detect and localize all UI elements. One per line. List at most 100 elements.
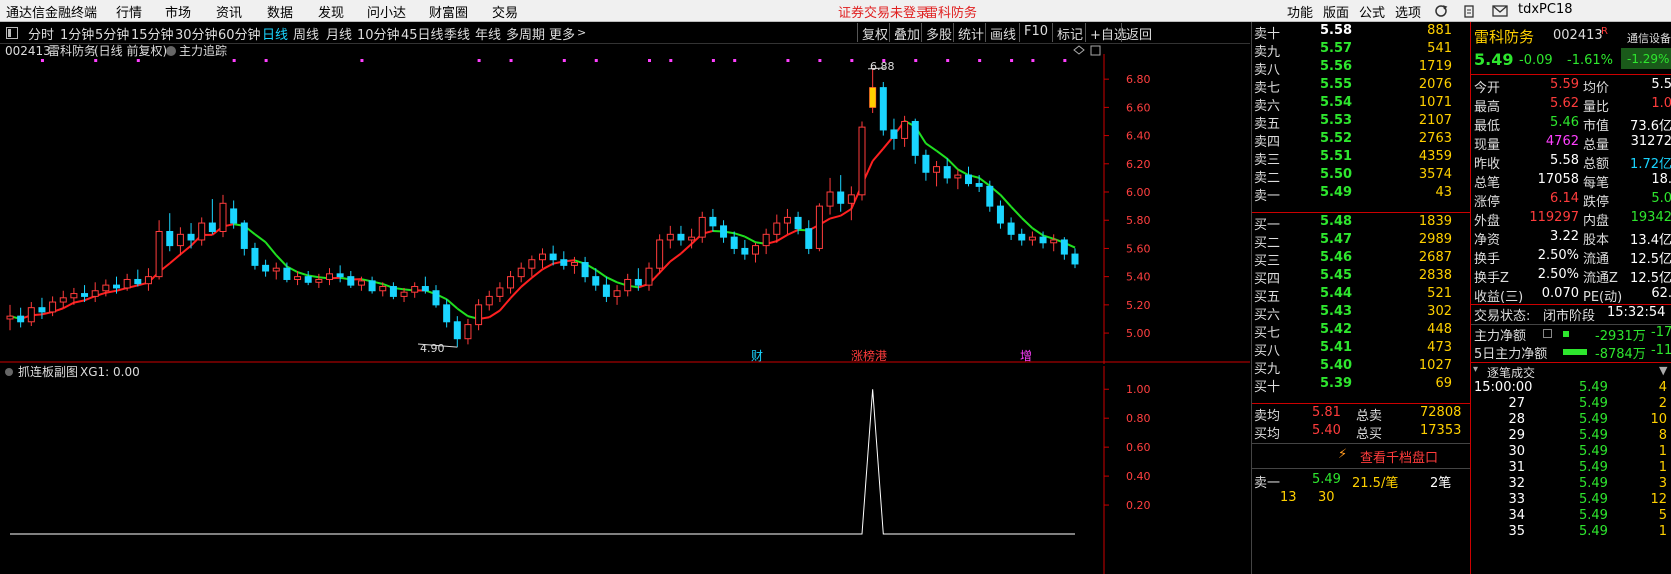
candle[interactable] [123, 273, 131, 291]
candle[interactable] [1071, 248, 1079, 269]
menu-formula[interactable]: 公式 [1359, 2, 1385, 21]
period-5min[interactable]: 5分钟 [95, 24, 129, 43]
candle[interactable] [304, 271, 312, 286]
btn-overlay[interactable]: 叠加 [889, 23, 924, 43]
period-30min[interactable]: 30分钟 [175, 24, 218, 43]
candle[interactable] [240, 220, 248, 256]
candle[interactable] [1050, 234, 1058, 252]
candle[interactable] [709, 208, 717, 232]
menu-data[interactable]: 数据 [267, 2, 293, 21]
candle[interactable] [368, 276, 376, 294]
diamond-icon[interactable] [1073, 45, 1085, 55]
period-45day[interactable]: 45日线 [401, 24, 444, 43]
menu-wealth[interactable]: 财富圈 [429, 2, 468, 21]
clipboard-icon[interactable] [1462, 4, 1476, 18]
candle[interactable] [155, 220, 163, 280]
candle[interactable] [176, 227, 184, 256]
btn-multi-stock[interactable]: 多股 [921, 23, 956, 43]
candle[interactable] [262, 259, 270, 277]
candle[interactable] [645, 262, 653, 291]
candle[interactable] [698, 211, 706, 243]
period-60min[interactable]: 60分钟 [218, 24, 261, 43]
candle[interactable] [656, 234, 664, 274]
candle[interactable] [847, 186, 855, 221]
candle[interactable] [752, 242, 759, 263]
candle[interactable] [954, 169, 962, 190]
period-multi[interactable]: 多周期 [506, 24, 545, 43]
candle[interactable] [485, 290, 493, 311]
candle[interactable] [677, 225, 685, 246]
group-label[interactable]: 通信设备 [1627, 30, 1671, 49]
period-more[interactable]: 更多 [549, 24, 575, 43]
candle[interactable] [198, 217, 206, 246]
event-increase[interactable]: 增 [1020, 349, 1032, 363]
menu-market[interactable]: 市场 [165, 2, 191, 21]
candle[interactable] [507, 271, 515, 294]
candle[interactable] [528, 255, 536, 277]
candle[interactable] [965, 166, 972, 187]
period-1min[interactable]: 1分钟 [60, 24, 94, 43]
candle[interactable] [783, 208, 791, 235]
refresh-icon[interactable] [1434, 4, 1448, 18]
candle[interactable] [815, 203, 823, 252]
candle[interactable] [613, 285, 621, 305]
maximize-icon[interactable] [1090, 45, 1101, 56]
user-name[interactable]: tdxPC18 [1518, 2, 1573, 17]
candle[interactable] [602, 276, 610, 303]
subchart-title[interactable]: 抓连板副图 [18, 364, 78, 379]
period-year[interactable]: 年线 [475, 24, 501, 43]
candle[interactable] [91, 282, 99, 303]
candle[interactable] [773, 214, 781, 243]
btn-mark[interactable]: 标记 [1052, 23, 1087, 43]
btn-back[interactable]: 返回 [1121, 23, 1156, 43]
candle[interactable] [1060, 237, 1068, 260]
menu-function[interactable]: 功能 [1287, 2, 1313, 21]
candle[interactable] [720, 220, 728, 243]
login-warning[interactable]: 证券交易未登录 [838, 2, 929, 21]
indicator-dropdown-icon[interactable] [166, 46, 176, 56]
candle[interactable] [166, 213, 174, 252]
candle[interactable] [17, 307, 25, 328]
btn-draw[interactable]: 画线 [985, 23, 1020, 43]
period-10min[interactable]: 10分钟 [357, 24, 400, 43]
candle[interactable] [517, 262, 525, 283]
candle[interactable] [741, 239, 749, 260]
candle[interactable] [858, 121, 866, 201]
candle[interactable] [453, 316, 461, 348]
menu-layout[interactable]: 版面 [1323, 2, 1349, 21]
candle[interactable] [1028, 231, 1036, 246]
indicator-name[interactable]: 主力追踪 [179, 44, 227, 58]
event-finance[interactable]: 财 [751, 349, 763, 363]
menu-trade[interactable]: 交易 [492, 2, 518, 21]
candle[interactable] [826, 177, 834, 215]
candle[interactable] [837, 175, 845, 212]
menu-news[interactable]: 资讯 [216, 2, 242, 21]
candle[interactable] [144, 268, 152, 291]
candle[interactable] [389, 282, 397, 300]
period-monthly[interactable]: 月线 [326, 24, 352, 43]
candle[interactable] [539, 248, 546, 269]
candle[interactable] [208, 199, 216, 235]
candle[interactable] [464, 318, 472, 345]
period-quarter[interactable]: 季线 [444, 24, 470, 43]
candle[interactable] [219, 194, 227, 238]
panel-toggle-icon[interactable] [6, 27, 18, 39]
btn-adjust[interactable]: 复权 [857, 23, 892, 43]
mail-icon[interactable] [1492, 4, 1508, 18]
candle[interactable] [38, 297, 46, 319]
candle[interactable] [911, 118, 919, 164]
candle[interactable] [326, 268, 333, 286]
candle[interactable] [272, 262, 280, 280]
candle[interactable] [347, 271, 355, 288]
candle[interactable] [581, 256, 589, 283]
chevron-right-icon[interactable]: > [577, 26, 586, 39]
candle[interactable] [134, 269, 142, 287]
candle[interactable] [1007, 217, 1015, 240]
candle[interactable] [432, 285, 440, 308]
candle[interactable] [560, 251, 568, 270]
candle[interactable] [933, 160, 941, 187]
candle[interactable] [901, 115, 909, 147]
candle[interactable] [762, 228, 770, 255]
candle[interactable] [336, 265, 344, 283]
subchart-dropdown-icon[interactable] [5, 368, 13, 376]
